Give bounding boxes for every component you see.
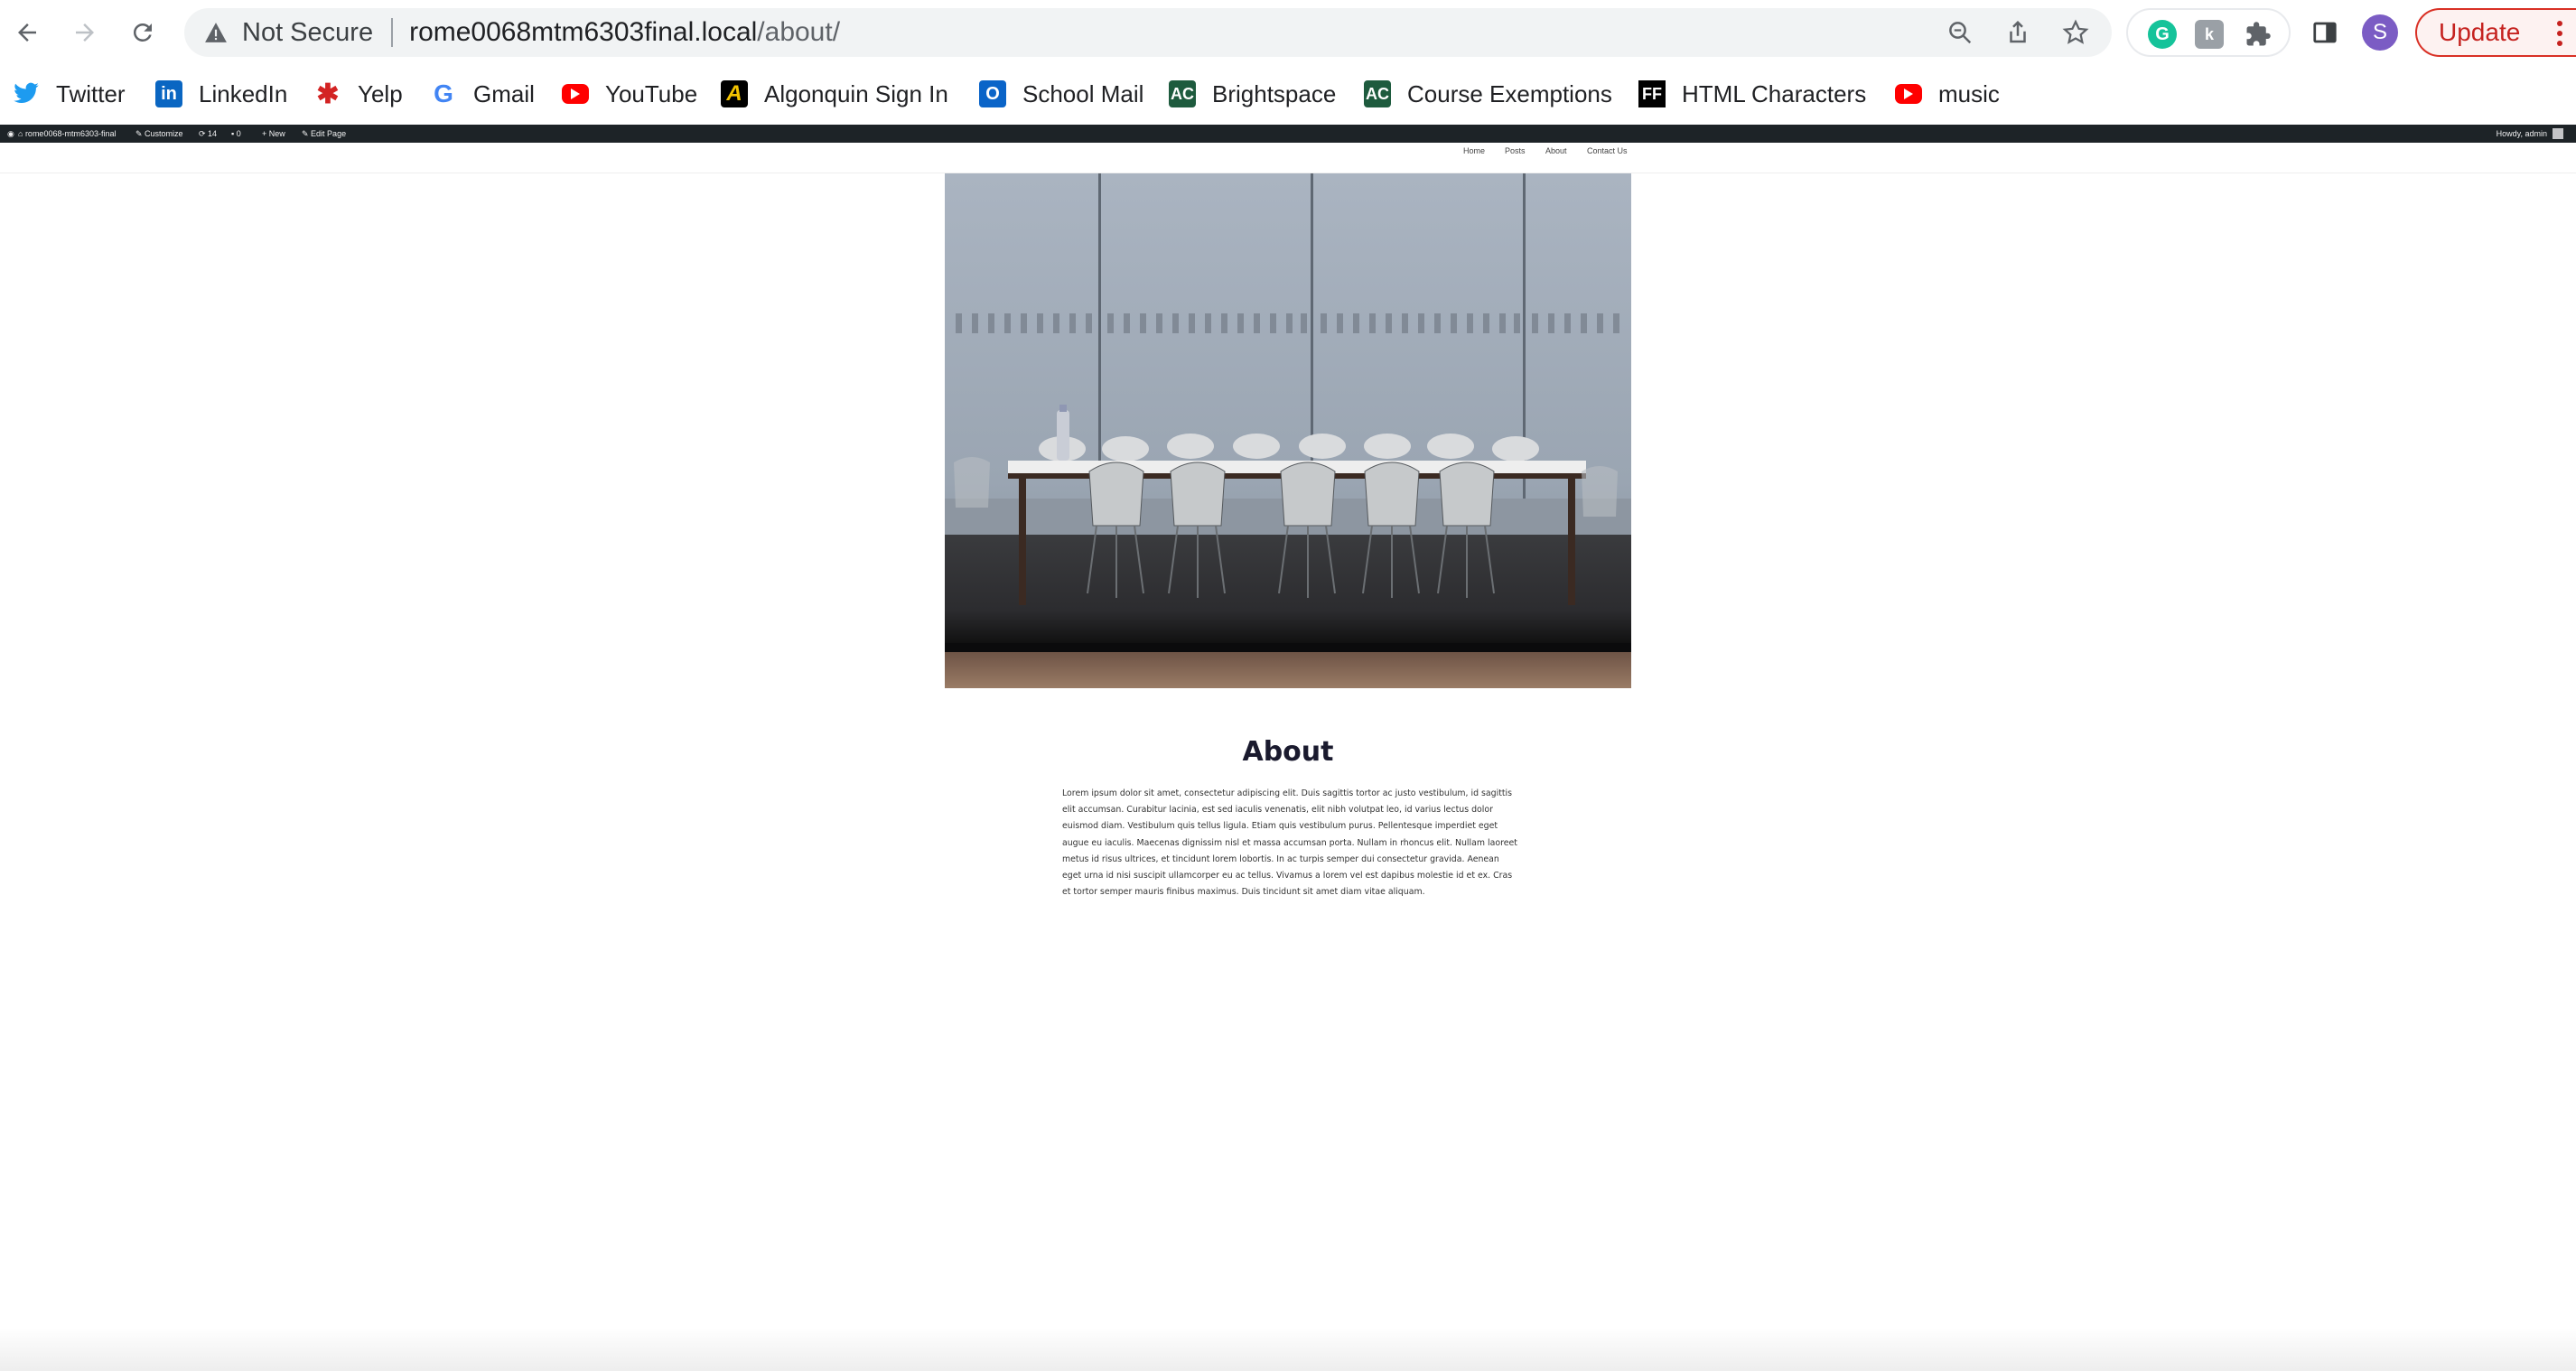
warning-icon: [205, 23, 227, 42]
extensions-menu-button[interactable]: [2244, 20, 2273, 49]
url-text[interactable]: rome0068mtm6303final.local/about/: [409, 17, 840, 48]
outlook-icon: O: [979, 80, 1006, 107]
youtube-icon: [562, 84, 589, 104]
bookmark-youtube[interactable]: YouTube: [562, 74, 697, 114]
bookmark-algonquin[interactable]: A Algonquin Sign In: [721, 74, 948, 114]
admin-bar-updates[interactable]: ⟳ 14: [199, 128, 217, 139]
url-host: rome0068mtm6303final.local: [409, 17, 758, 47]
browser-toolbar: Not Secure rome0068mtm6303final.local/ab…: [0, 0, 2576, 65]
google-icon: G: [434, 79, 453, 107]
bookmark-label: School Mail: [1022, 79, 1144, 107]
bookmark-linkedin[interactable]: in LinkedIn: [155, 74, 287, 114]
browser-window: Not Secure rome0068mtm6303final.local/ab…: [0, 0, 2576, 1371]
nav-link-about[interactable]: About: [1545, 146, 1567, 155]
wp-admin-bar: ◉ ⌂ rome0068-mtm6303-final ✎ Customize ⟳…: [0, 125, 2576, 143]
window-bottom-shadow: [0, 1328, 2576, 1371]
user-avatar: [2553, 128, 2563, 139]
bookmark-label: Course Exemptions: [1407, 79, 1612, 107]
bookmark-label: Twitter: [56, 79, 126, 107]
bookmark-yelp[interactable]: ✱ Yelp: [314, 74, 403, 114]
brightspace-icon: AC: [1364, 80, 1391, 107]
url-path: /about/: [757, 17, 841, 47]
grammarly-icon: G: [2155, 23, 2170, 44]
update-label: Update: [2439, 18, 2521, 46]
bookmark-school-mail[interactable]: O School Mail: [979, 74, 1143, 114]
bookmark-label: Yelp: [358, 79, 403, 107]
share-icon: [2010, 20, 2026, 43]
arrow-left-icon: [18, 23, 36, 42]
bookmark-label: YouTube: [605, 79, 698, 107]
forward-button[interactable]: [63, 11, 107, 54]
bookmark-music[interactable]: music: [1895, 74, 2000, 114]
update-button[interactable]: Update: [2415, 8, 2576, 57]
bookmark-label: HTML Characters: [1682, 79, 1867, 107]
bookmarks-bar: Twitter in LinkedIn ✱ Yelp G Gmail YouTu…: [0, 65, 2576, 123]
page-title: About: [1242, 736, 1334, 768]
youtube-icon: [1895, 84, 1922, 104]
bookmark-html-characters[interactable]: FF HTML Characters: [1638, 74, 1866, 114]
puzzle-icon: [2246, 22, 2271, 46]
admin-bar-comments[interactable]: ▪ 0: [231, 128, 241, 139]
address-bar[interactable]: Not Secure rome0068mtm6303final.local/ab…: [184, 8, 2112, 57]
admin-bar-customize[interactable]: ✎ Customize: [135, 128, 183, 139]
hero-image: [945, 173, 1631, 688]
reload-icon: [133, 23, 152, 42]
bookmark-gmail[interactable]: G Gmail: [430, 74, 535, 114]
extensions-group: G k: [2126, 8, 2291, 57]
twitter-icon: [13, 80, 40, 107]
site-security-indicator[interactable]: Not Secure: [204, 18, 373, 48]
side-panel-button[interactable]: [2307, 14, 2343, 51]
site-name: rome0068-mtm6303-final: [24, 129, 117, 138]
nav-link-contact[interactable]: Contact Us: [1587, 146, 1628, 155]
bookmark-label: Brightspace: [1212, 79, 1337, 107]
grammarly-extension[interactable]: G: [2148, 20, 2177, 49]
linkedin-icon: in: [155, 80, 182, 107]
admin-bar-site[interactable]: ⌂ rome0068-mtm6303-final: [18, 128, 116, 139]
ff-icon: FF: [1638, 80, 1666, 107]
magnifier-icon: [1949, 22, 1972, 44]
comments-count: 0: [236, 129, 241, 138]
wordpress-icon[interactable]: ◉: [7, 128, 14, 139]
side-panel-icon: [2313, 22, 2337, 43]
bookmark-brightspace[interactable]: AC Brightspace: [1169, 74, 1336, 114]
reload-button[interactable]: [121, 11, 164, 54]
arrow-right-icon: [76, 23, 94, 42]
back-button[interactable]: [5, 11, 49, 54]
updates-count: 14: [208, 129, 218, 138]
site-navigation: Home Posts About Contact Us: [0, 143, 2576, 173]
admin-bar-edit-page[interactable]: ✎ Edit Page: [302, 128, 346, 139]
kebab-menu-icon: [2556, 21, 2563, 46]
profile-avatar[interactable]: S: [2362, 14, 2398, 51]
greeting-label: Howdy, admin: [2496, 129, 2547, 138]
algonquin-icon: A: [721, 80, 748, 107]
security-label: Not Secure: [242, 17, 374, 47]
extension-button[interactable]: k: [2195, 20, 2224, 49]
nav-link-home[interactable]: Home: [1463, 146, 1485, 155]
bookmark-label: LinkedIn: [199, 79, 288, 107]
bookmark-twitter[interactable]: Twitter: [13, 74, 126, 114]
separator: [391, 18, 394, 47]
customize-label: Customize: [145, 129, 183, 138]
star-icon: [2062, 19, 2089, 44]
edit-page-label: Edit Page: [311, 129, 347, 138]
conference-room-photo: [945, 173, 1631, 688]
bookmark-label: music: [1938, 79, 2000, 107]
extension-k-icon: k: [2204, 24, 2214, 43]
brightspace-icon: AC: [1169, 80, 1196, 107]
bookmark-label: Gmail: [473, 79, 535, 107]
admin-bar-account[interactable]: Howdy, admin: [2497, 128, 2563, 139]
bookmark-course-exemptions[interactable]: AC Course Exemptions: [1364, 74, 1612, 114]
share-button[interactable]: [2000, 14, 2036, 51]
bookmark-star-button[interactable]: [2058, 14, 2094, 51]
new-label: New: [268, 129, 285, 138]
zoom-button[interactable]: [1942, 14, 1978, 51]
nav-link-posts[interactable]: Posts: [1505, 146, 1526, 155]
page-body-text: Lorem ipsum dolor sit amet, consectetur …: [1062, 788, 1517, 898]
bookmark-label: Algonquin Sign In: [764, 79, 948, 107]
yelp-icon: ✱: [316, 79, 340, 109]
admin-bar-new[interactable]: + New: [262, 128, 285, 139]
